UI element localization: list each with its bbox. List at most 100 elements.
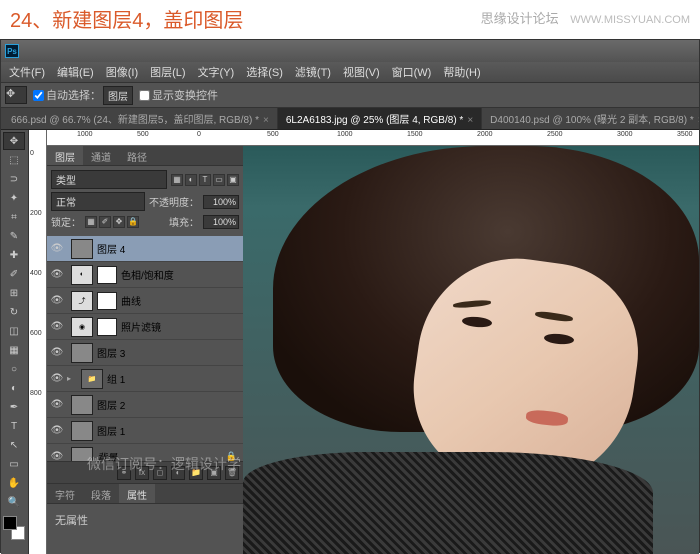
visibility-icon[interactable]: 👁: [47, 399, 67, 410]
doc-tab-1[interactable]: 6L2A6183.jpg @ 25% (图层 4, RGB/8) *×: [278, 108, 482, 129]
show-transform-option[interactable]: 显示变换控件: [139, 87, 218, 103]
doc-tab-2[interactable]: D400140.psd @ 100% (曝光 2 副本, RGB/8) *×: [482, 108, 699, 129]
adj-thumb[interactable]: ◉: [71, 317, 93, 337]
photoshop-window: Ps 文件(F) 编辑(E) 图像(I) 图层(L) 文字(Y) 选择(S) 滤…: [0, 39, 700, 553]
layer-row[interactable]: 👁 图层 2: [47, 392, 243, 418]
auto-select-option[interactable]: 自动选择： 图层: [33, 86, 133, 105]
type-tool[interactable]: T: [3, 417, 25, 435]
close-icon[interactable]: ×: [698, 115, 699, 126]
visibility-icon[interactable]: 👁: [47, 243, 67, 254]
menu-edit[interactable]: 编辑(E): [51, 62, 100, 82]
heal-tool[interactable]: ✚: [3, 246, 25, 264]
tab-properties[interactable]: 属性: [119, 484, 155, 503]
hand-tool[interactable]: ✋: [3, 474, 25, 492]
color-swatches[interactable]: [3, 516, 27, 540]
layer-row[interactable]: 👁 图层 3: [47, 340, 243, 366]
layer-row[interactable]: 👁 ◐ 色相/饱和度: [47, 262, 243, 288]
filter-shape-icon[interactable]: ▭: [213, 174, 225, 186]
path-tool[interactable]: ↖: [3, 436, 25, 454]
lock-pixel-icon[interactable]: ✐: [99, 216, 111, 228]
blur-tool[interactable]: ○: [3, 360, 25, 378]
tab-paragraph[interactable]: 段落: [83, 484, 119, 503]
lock-trans-icon[interactable]: ▦: [85, 216, 97, 228]
close-icon[interactable]: ×: [467, 115, 473, 126]
crop-tool[interactable]: ⌗: [3, 208, 25, 226]
filter-pixel-icon[interactable]: ▦: [171, 174, 183, 186]
lock-pos-icon[interactable]: ✥: [113, 216, 125, 228]
visibility-icon[interactable]: 👁: [47, 295, 67, 306]
visibility-icon[interactable]: 👁: [47, 347, 67, 358]
filter-smart-icon[interactable]: ▣: [227, 174, 239, 186]
portrait-render: [243, 146, 699, 554]
eyedropper-tool[interactable]: ✎: [3, 227, 25, 245]
marquee-tool[interactable]: ⬚: [3, 151, 25, 169]
ruler-vertical: 0 200 400 600 800: [29, 130, 47, 554]
layer-row[interactable]: 👁 ◉ 照片滤镜: [47, 314, 243, 340]
visibility-icon[interactable]: 👁: [47, 425, 67, 436]
close-icon[interactable]: ×: [263, 115, 269, 126]
layer-row[interactable]: 👁 图层 1: [47, 418, 243, 444]
lock-all-icon[interactable]: 🔒: [127, 216, 139, 228]
menu-help[interactable]: 帮助(H): [437, 62, 486, 82]
zoom-tool[interactable]: 🔍: [3, 493, 25, 511]
brush-tool[interactable]: ✐: [3, 265, 25, 283]
lasso-tool[interactable]: ⊃: [3, 170, 25, 188]
opacity-input[interactable]: 100%: [203, 195, 239, 209]
fill-input[interactable]: 100%: [203, 215, 239, 229]
menu-filter[interactable]: 滤镜(T): [289, 62, 337, 82]
layer-row[interactable]: 👁 ▸ 📁 组 1: [47, 366, 243, 392]
tab-layers[interactable]: 图层: [47, 146, 83, 165]
eraser-tool[interactable]: ◫: [3, 322, 25, 340]
layer-kind-filter[interactable]: 类型: [51, 170, 167, 189]
layer-thumb[interactable]: [71, 395, 93, 415]
filter-adj-icon[interactable]: ◐: [185, 174, 197, 186]
layer-thumb[interactable]: [71, 421, 93, 441]
watermark-top: 思缘设计论坛 WWW.MISSYUAN.COM: [481, 8, 690, 27]
move-tool-icon[interactable]: ✥: [5, 86, 27, 104]
menu-file[interactable]: 文件(F): [3, 62, 51, 82]
menu-type[interactable]: 文字(Y): [192, 62, 241, 82]
gradient-tool[interactable]: ▦: [3, 341, 25, 359]
tab-paths[interactable]: 路径: [119, 146, 155, 165]
move-tool[interactable]: ✥: [3, 132, 25, 150]
stamp-tool[interactable]: ⊞: [3, 284, 25, 302]
canvas-image[interactable]: [243, 146, 699, 554]
menu-layer[interactable]: 图层(L): [144, 62, 191, 82]
visibility-icon[interactable]: 👁: [47, 269, 67, 280]
tab-character[interactable]: 字符: [47, 484, 83, 503]
blend-mode-select[interactable]: 正常: [51, 192, 145, 211]
visibility-icon[interactable]: 👁: [47, 373, 67, 384]
visibility-icon[interactable]: 👁: [47, 321, 67, 332]
layer-row[interactable]: 👁 图层 4: [47, 236, 243, 262]
auto-select-checkbox[interactable]: [33, 90, 44, 101]
menu-view[interactable]: 视图(V): [337, 62, 386, 82]
dodge-tool[interactable]: ◐: [3, 379, 25, 397]
auto-select-target[interactable]: 图层: [103, 86, 133, 105]
transform-checkbox[interactable]: [139, 90, 150, 101]
menu-image[interactable]: 图像(I): [100, 62, 144, 82]
filter-type-icon[interactable]: T: [199, 174, 211, 186]
layer-thumb[interactable]: [71, 239, 93, 259]
menu-window[interactable]: 窗口(W): [386, 62, 438, 82]
pen-tool[interactable]: ✒: [3, 398, 25, 416]
mask-thumb[interactable]: [97, 292, 117, 310]
properties-panel: 字符 段落 属性 无属性: [47, 483, 243, 554]
visibility-icon[interactable]: 👁: [47, 451, 67, 461]
group-toggle-icon[interactable]: ▸: [67, 374, 77, 383]
layer-thumb[interactable]: [71, 343, 93, 363]
history-brush-tool[interactable]: ↻: [3, 303, 25, 321]
layer-row[interactable]: 👁 ⤴ 曲线: [47, 288, 243, 314]
fg-color[interactable]: [3, 516, 17, 530]
adj-thumb[interactable]: ⤴: [71, 291, 93, 311]
menu-select[interactable]: 选择(S): [240, 62, 289, 82]
mask-thumb[interactable]: [97, 266, 117, 284]
folder-icon[interactable]: 📁: [81, 369, 103, 389]
adj-thumb[interactable]: ◐: [71, 265, 93, 285]
wand-tool[interactable]: ✦: [3, 189, 25, 207]
document-tabs: 666.psd @ 66.7% (24、新建图层5，盖印图层, RGB/8) *…: [1, 108, 699, 130]
shape-tool[interactable]: ▭: [3, 455, 25, 473]
mask-thumb[interactable]: [97, 318, 117, 336]
tab-channels[interactable]: 通道: [83, 146, 119, 165]
doc-tab-0[interactable]: 666.psd @ 66.7% (24、新建图层5，盖印图层, RGB/8) *…: [3, 108, 278, 129]
step-number: 24、: [10, 10, 52, 32]
